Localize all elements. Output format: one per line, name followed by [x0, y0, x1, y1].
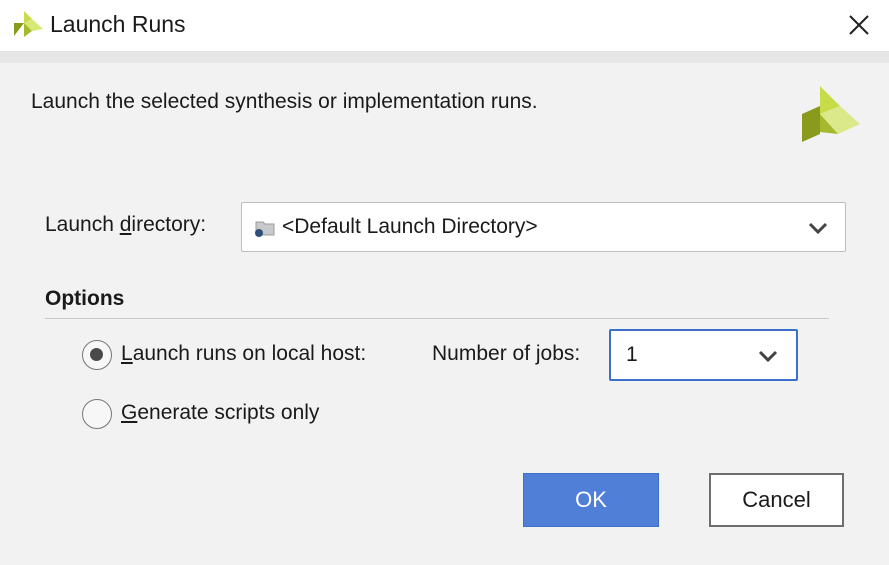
close-button[interactable]	[842, 8, 876, 42]
chevron-down-icon	[808, 222, 828, 235]
title-bar: Launch Runs	[0, 0, 889, 52]
options-heading: Options	[45, 287, 125, 310]
options-divider	[45, 318, 829, 319]
close-icon	[849, 15, 869, 35]
header-separator	[0, 52, 889, 63]
number-of-jobs-value: 1	[626, 343, 638, 366]
ok-button[interactable]: OK	[523, 473, 659, 527]
generate-scripts-radio[interactable]	[82, 399, 112, 429]
launch-directory-value: <Default Launch Directory>	[282, 215, 538, 238]
chevron-down-icon	[758, 350, 778, 363]
folder-icon	[255, 221, 275, 237]
dialog-description: Launch the selected synthesis or impleme…	[31, 90, 538, 113]
launch-directory-dropdown[interactable]: <Default Launch Directory>	[241, 202, 846, 252]
xilinx-logo-icon	[802, 86, 860, 142]
launch-local-label[interactable]: Launch runs on local host:	[121, 342, 366, 366]
launch-local-radio[interactable]	[82, 340, 112, 370]
generate-scripts-label[interactable]: Generate scripts only	[121, 401, 319, 425]
cancel-button[interactable]: Cancel	[709, 473, 844, 527]
vivado-logo-icon	[14, 11, 43, 37]
window-title: Launch Runs	[50, 11, 186, 37]
number-of-jobs-label: Number of jobs:	[432, 342, 581, 365]
number-of-jobs-dropdown[interactable]: 1	[609, 329, 798, 381]
launch-directory-label: Launch directory:	[45, 213, 207, 236]
